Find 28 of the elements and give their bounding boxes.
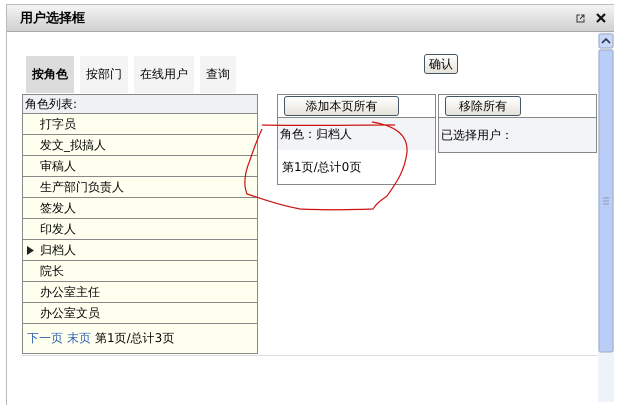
selected-users-label: 已选择用户： (441, 126, 513, 144)
role-item[interactable]: 办公室主任 (23, 282, 257, 303)
page-status: 第1页/总计0页 (282, 158, 362, 176)
pager-link[interactable]: 末页 (67, 330, 91, 347)
role-item[interactable]: 印发人 (23, 219, 257, 240)
pager-link[interactable]: 下一页 (27, 330, 63, 347)
popout-icon[interactable] (576, 14, 585, 22)
list-header: 角色列表: (23, 95, 257, 114)
role-item[interactable]: 归档人 (23, 240, 257, 261)
tab[interactable]: 按部门 (80, 56, 128, 93)
scrollbar[interactable] (598, 32, 614, 402)
window-title: 用户选择框 (20, 10, 86, 27)
confirm-button[interactable]: 确认 (424, 54, 458, 74)
role-item[interactable]: 办公室文员 (23, 303, 257, 324)
role-item[interactable]: 院长 (23, 261, 257, 282)
role-item[interactable]: 发文_拟搞人 (23, 135, 257, 156)
tab[interactable]: 按角色 (26, 56, 74, 93)
close-icon[interactable] (596, 13, 606, 23)
add-all-button[interactable]: 添加本页所有 (284, 96, 399, 116)
role-item[interactable]: 审稿人 (23, 156, 257, 177)
page-status: 第1页/总计3页 (95, 330, 174, 347)
role-item[interactable]: 生产部门负责人 (23, 177, 257, 198)
role-label: 角色：归档人 (280, 126, 352, 142)
tab[interactable]: 查询 (200, 56, 236, 93)
remove-all-button[interactable]: 移除所有 (445, 96, 521, 116)
role-item[interactable]: 打字员 (23, 114, 257, 135)
tab[interactable]: 在线用户 (134, 56, 194, 93)
role-item[interactable]: 签发人 (23, 198, 257, 219)
